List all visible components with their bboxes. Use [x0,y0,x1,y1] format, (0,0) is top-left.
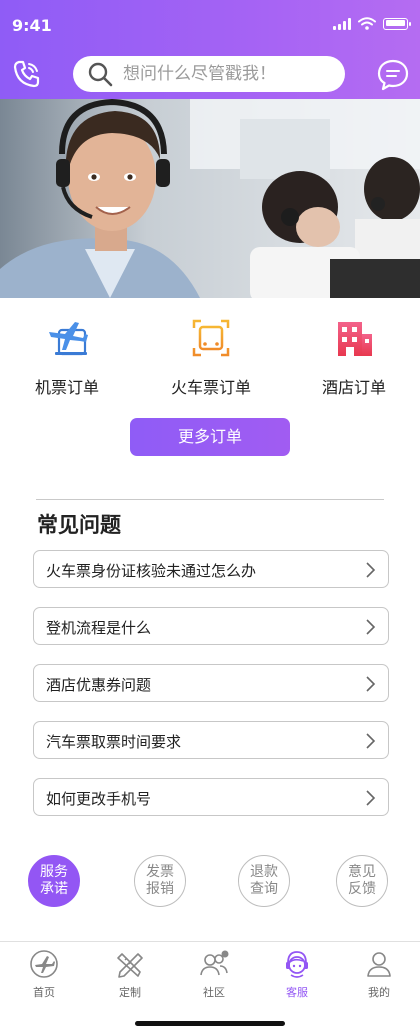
service-label-line1: 服务 [40,864,68,880]
tab-home[interactable]: 首页 [2,948,86,1000]
tab-label: 定制 [119,986,141,999]
hotel-icon [338,322,372,356]
faq-question: 汽车票取票时间要求 [46,733,182,751]
refund-query-button[interactable]: 退款 查询 [238,855,290,907]
service-label-line1: 意见 [348,864,376,880]
train-ticket-icon [192,319,230,357]
faq-title: 常见问题 [37,513,121,537]
feedback-button[interactable]: 意见 反馈 [336,855,388,907]
faq-question: 登机流程是什么 [46,619,152,637]
chevron-right-icon [366,733,376,749]
faq-question: 火车票身份证核验未通过怎么办 [46,562,257,580]
pencil-ruler-icon [117,953,143,978]
divider [36,499,384,500]
tab-label: 客服 [286,986,308,999]
chevron-right-icon [366,676,376,692]
chevron-right-icon [366,619,376,635]
cellular-signal-icon [333,17,351,30]
status-time: 9:41 [12,16,52,35]
headset-agent-icon [286,951,308,978]
tab-label: 首页 [33,986,55,999]
more-orders-button[interactable]: 更多订单 [130,418,290,456]
plane-ticket-icon [49,322,88,356]
chat-bubble-icon[interactable] [376,58,410,92]
tab-label: 社区 [203,986,225,999]
order-label: 火车票订单 [170,378,251,397]
hero-banner[interactable] [0,99,420,298]
battery-icon [383,17,411,30]
customer-service-agents-photo [0,99,420,298]
faq-item[interactable]: 火车票身份证核验未通过怎么办 [33,550,389,588]
service-promise-button[interactable]: 服务 承诺 [28,855,80,907]
service-shortcuts: 服务 承诺 发票 报销 退款 查询 意见 反馈 [0,855,420,911]
chevron-right-icon [366,790,376,806]
service-label-line1: 发票 [146,864,174,880]
phone-icon[interactable] [11,58,43,90]
status-bar: 9:41 [0,0,420,50]
service-label-line2: 反馈 [348,881,376,897]
user-icon [367,952,391,977]
service-label-line2: 报销 [146,881,174,897]
tab-community[interactable]: 社区 [172,948,256,1000]
faq-list: 火车票身份证核验未通过怎么办 登机流程是什么 酒店优惠券问题 汽车票取票时间要求… [33,550,389,835]
order-item-flight[interactable]: 机票订单 [2,316,132,398]
faq-item[interactable]: 汽车票取票时间要求 [33,721,389,759]
search-bar[interactable] [73,56,345,92]
order-shortcuts: 机票订单 火车票订单 酒店订单 [0,298,420,408]
chevron-right-icon [366,562,376,578]
tab-label: 我的 [368,986,390,999]
faq-question: 酒店优惠券问题 [46,676,152,694]
faq-item[interactable]: 登机流程是什么 [33,607,389,645]
wifi-icon [358,17,376,30]
service-label-line1: 退款 [250,864,278,880]
service-label-line2: 查询 [250,881,278,897]
order-item-hotel[interactable]: 酒店订单 [289,316,419,398]
search-icon [88,62,113,87]
header-bar: 9:41 [0,0,420,99]
plane-circle-icon [30,950,58,978]
order-item-train[interactable]: 火车票订单 [146,316,276,398]
community-icon [200,950,229,976]
status-icons [333,17,411,30]
faq-item[interactable]: 酒店优惠券问题 [33,664,389,702]
home-indicator [135,1021,285,1026]
invoice-reimburse-button[interactable]: 发票 报销 [134,855,186,907]
search-input[interactable] [123,64,323,84]
tab-custom[interactable]: 定制 [88,948,172,1000]
order-label: 酒店订单 [321,378,386,397]
faq-question: 如何更改手机号 [46,790,152,808]
faq-item[interactable]: 如何更改手机号 [33,778,389,816]
tab-profile[interactable]: 我的 [337,948,420,1000]
tab-customer-service[interactable]: 客服 [255,948,339,1000]
service-label-line2: 承诺 [40,881,68,897]
order-label: 机票订单 [34,378,99,397]
